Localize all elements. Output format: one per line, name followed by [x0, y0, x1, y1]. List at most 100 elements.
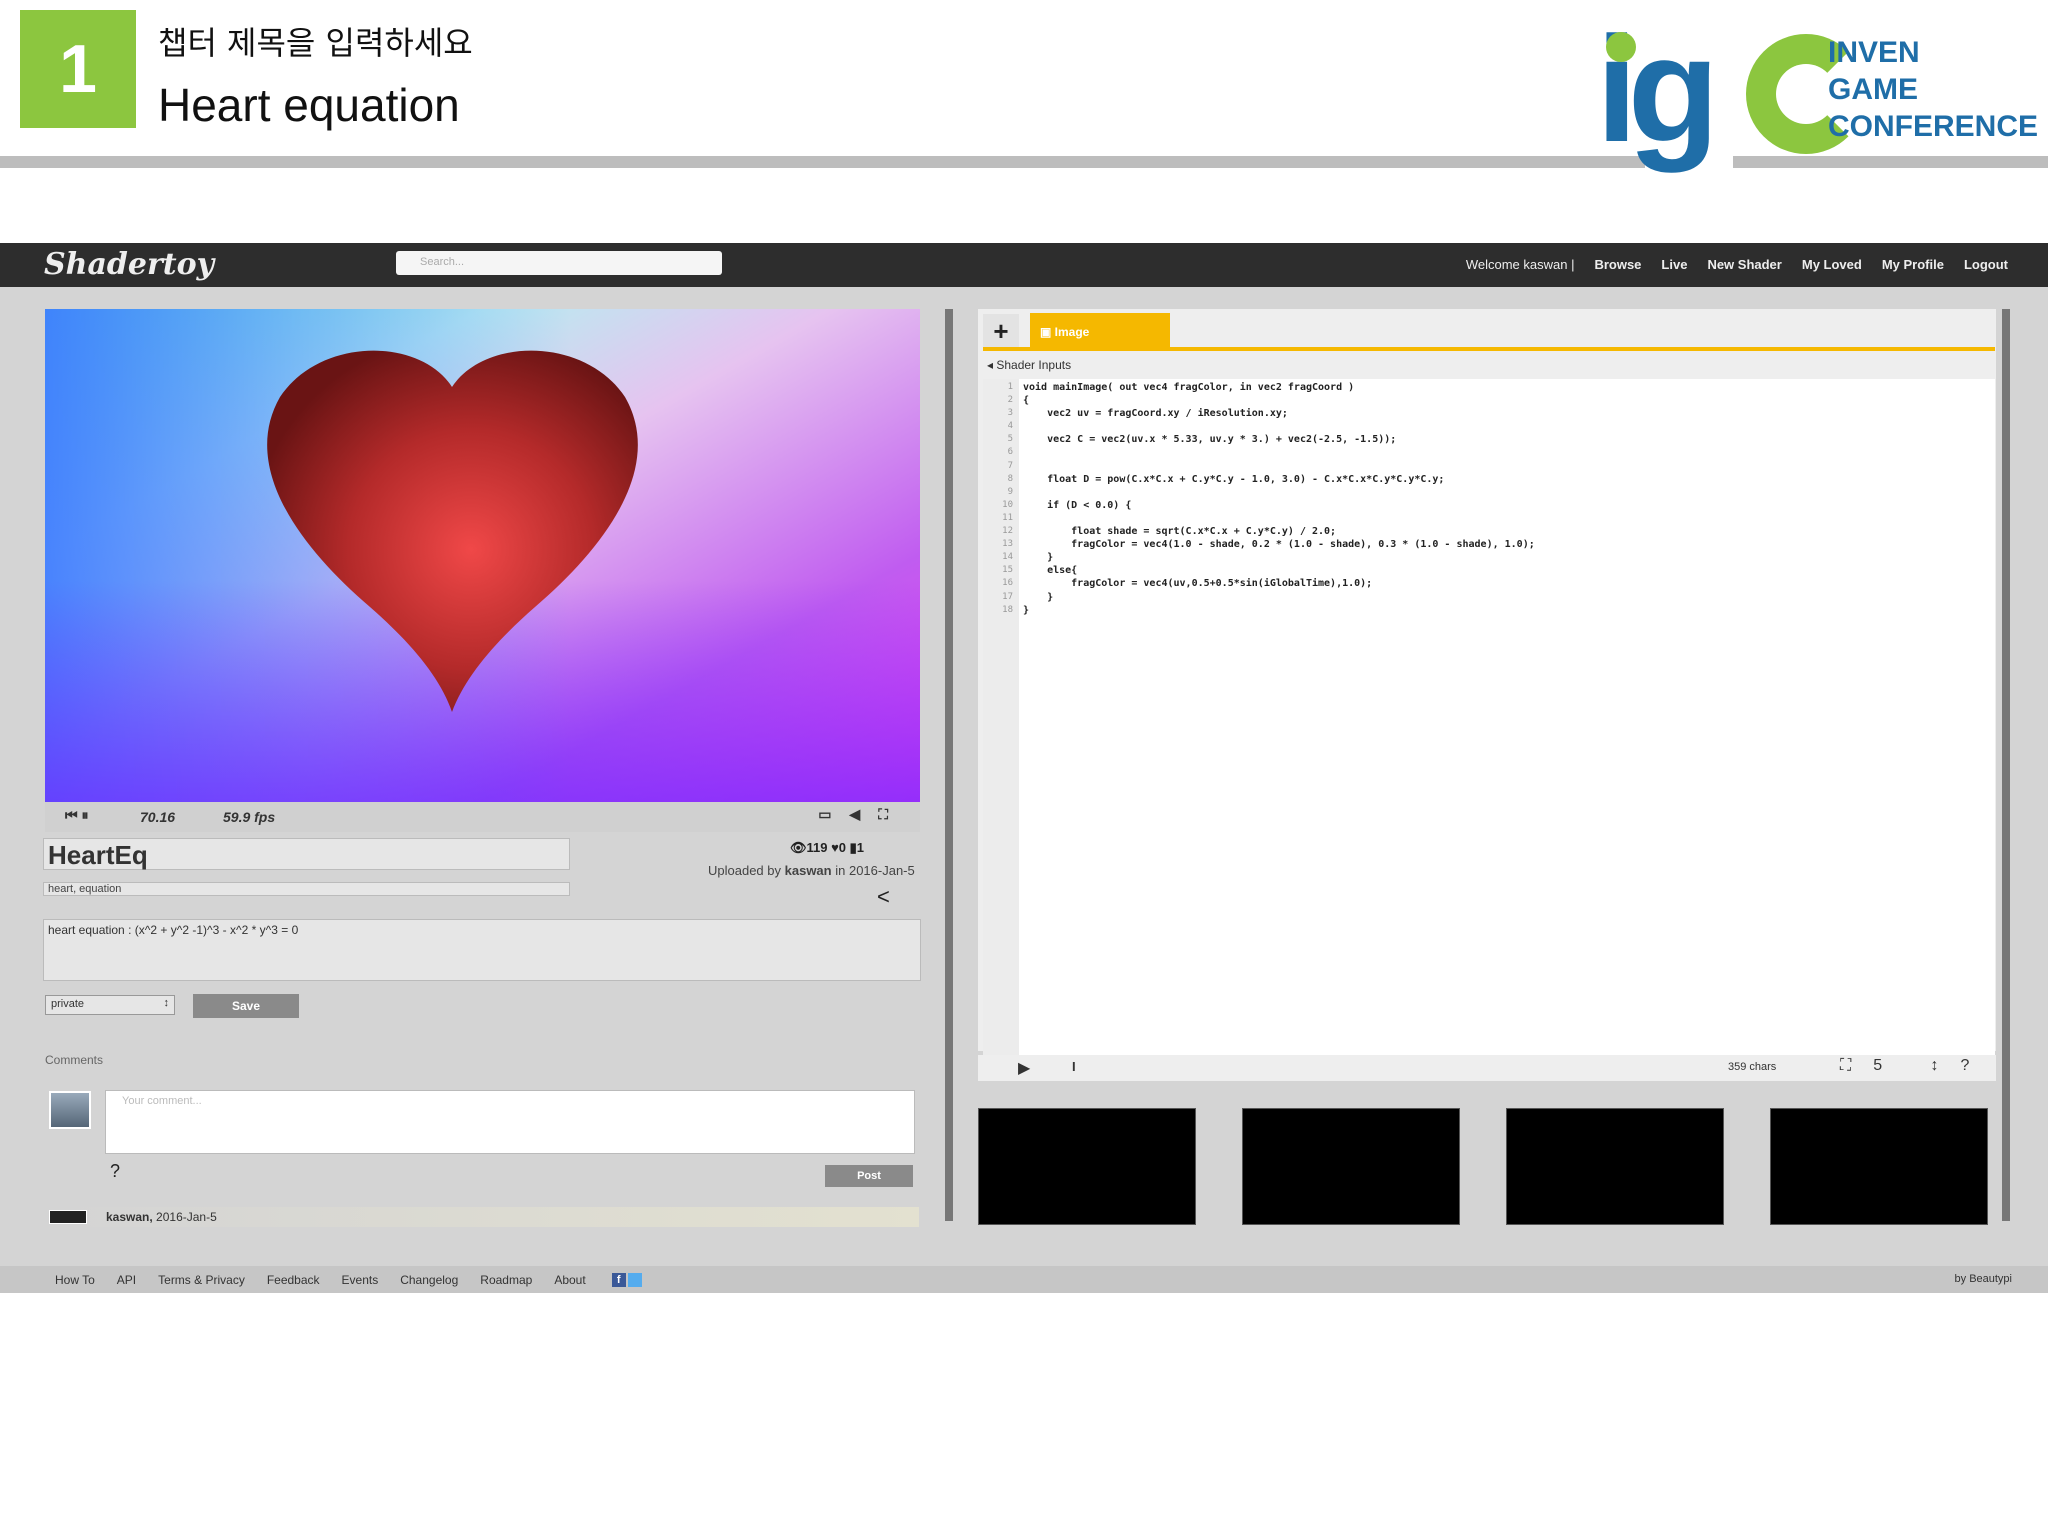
- select-arrows-icon: ↕: [163, 997, 170, 1009]
- splitter-left[interactable]: [945, 309, 953, 1221]
- privacy-select[interactable]: private ↕: [45, 995, 175, 1015]
- tab-image-label: Image: [1054, 325, 1090, 339]
- footer-feedback[interactable]: Feedback: [267, 1273, 320, 1287]
- code-text[interactable]: void mainImage( out vec4 fragColor, in v…: [1023, 381, 1535, 617]
- comment-avatar: [49, 1210, 87, 1224]
- line-number: 11: [1002, 512, 1013, 523]
- site-footer: How To API Terms & Privacy Feedback Even…: [0, 1266, 2048, 1293]
- line-number: 12: [1002, 526, 1013, 537]
- footer-events[interactable]: Events: [342, 1273, 379, 1287]
- vr-sound-fullscreen-icons[interactable]: ▭◀⛶: [818, 806, 906, 823]
- nav-my-loved[interactable]: My Loved: [1802, 257, 1862, 272]
- shader-inputs-label: Shader Inputs: [996, 358, 1072, 372]
- line-number: 4: [1007, 421, 1013, 432]
- comment-meta: kaswan, 2016-Jan-5: [106, 1210, 217, 1224]
- splitter-right[interactable]: [2002, 309, 2010, 1221]
- share-icon[interactable]: <: [877, 884, 890, 910]
- shader-inputs-toggle[interactable]: ◂ Shader Inputs: [983, 355, 1995, 377]
- shader-title-input[interactable]: HeartEq: [43, 838, 570, 870]
- editor-help-icon[interactable]: ?: [1961, 1057, 1992, 1074]
- comment-input[interactable]: Your comment...: [105, 1090, 915, 1154]
- footer-api[interactable]: API: [117, 1273, 136, 1287]
- avatar: [49, 1091, 91, 1129]
- channel-1[interactable]: [1242, 1108, 1460, 1225]
- social-icons: f: [611, 1273, 642, 1287]
- tab-underline: [983, 347, 1995, 351]
- shadertoy-screenshot: Shadertoy Search... Welcome kaswan | Bro…: [0, 243, 2048, 1293]
- logo-dot: [1606, 32, 1636, 62]
- shader-tags-input[interactable]: heart, equation: [43, 882, 570, 896]
- footer-links: How To API Terms & Privacy Feedback Even…: [55, 1273, 642, 1287]
- shader-canvas[interactable]: [45, 309, 920, 802]
- compile-play-icon[interactable]: ▶: [1018, 1058, 1030, 1078]
- help-icon[interactable]: ?: [110, 1161, 120, 1182]
- twitter-icon[interactable]: [627, 1273, 642, 1287]
- top-nav-bar: Shadertoy Search... Welcome kaswan | Bro…: [0, 243, 2048, 287]
- privacy-value: private: [51, 998, 85, 1010]
- channel-2[interactable]: [1506, 1108, 1724, 1225]
- tab-image[interactable]: ▣ Image: [1030, 313, 1170, 351]
- code-editor[interactable]: 1 2 3 4 5 6 7 8 9 10 11 12 13 14 15 16 17 18 void mainIma…: [983, 379, 1995, 1055]
- nav-new-shader[interactable]: New Shader: [1707, 257, 1781, 272]
- uploaded-date: in 2016-Jan-5: [835, 863, 915, 878]
- add-tab-button[interactable]: +: [983, 314, 1019, 350]
- triangle-icon: ◂: [987, 358, 997, 372]
- nav-logout[interactable]: Logout: [1964, 257, 2008, 272]
- search-input[interactable]: Search...: [396, 251, 722, 275]
- footer-credit: by Beautypi: [1954, 1273, 2012, 1285]
- line-number: 3: [1007, 408, 1013, 419]
- line-number: 13: [1002, 539, 1013, 550]
- logo-word-game: GAME: [1828, 73, 1918, 106]
- fullscreen-icon[interactable]: ⛶: [1840, 1057, 1873, 1074]
- nav-my-profile[interactable]: My Profile: [1882, 257, 1944, 272]
- nav-live[interactable]: Live: [1661, 257, 1687, 272]
- save-button[interactable]: Save: [193, 994, 299, 1018]
- facebook-icon[interactable]: f: [611, 1273, 626, 1287]
- shadertoy-logo[interactable]: Shadertoy: [44, 247, 214, 282]
- igc-logo: ig INVEN GAME CONFERENCE: [1596, 14, 2038, 170]
- playback-time: 70.16: [140, 809, 176, 825]
- line-number: 7: [1007, 460, 1013, 471]
- line-number: 2: [1007, 395, 1013, 406]
- footer-changelog[interactable]: Changelog: [400, 1273, 458, 1287]
- uploaded-label: Uploaded by: [708, 863, 781, 878]
- logo-word-conference: CONFERENCE: [1828, 110, 2039, 143]
- shader-description-input[interactable]: heart equation : (x^2 + y^2 -1)^3 - x^2 …: [43, 919, 921, 981]
- uploaded-user[interactable]: kaswan: [785, 863, 832, 878]
- char-count: 359 chars: [1728, 1061, 1777, 1073]
- line-number: 17: [1002, 591, 1013, 602]
- header-divider: [0, 156, 1645, 168]
- logo-words: INVEN GAME CONFERENCE: [1828, 34, 2038, 145]
- text-cursor-icon: I: [1072, 1059, 1076, 1074]
- line-number: 8: [1007, 473, 1013, 484]
- footer-howto[interactable]: How To: [55, 1273, 95, 1287]
- line-number: 16: [1002, 578, 1013, 589]
- channel-3[interactable]: [1770, 1108, 1988, 1225]
- chapter-number-badge: 1: [20, 10, 136, 128]
- footer-terms[interactable]: Terms & Privacy: [158, 1273, 245, 1287]
- image-tab-icon: ▣: [1040, 325, 1055, 339]
- post-button[interactable]: Post: [825, 1165, 913, 1187]
- player-controls: ⏮ ⏸ 70.16 59.9 fps ▭◀⛶: [45, 802, 920, 832]
- line-number: 1: [1007, 382, 1013, 392]
- heart-shape: [267, 350, 638, 712]
- comment-date: 2016-Jan-5: [156, 1210, 217, 1224]
- shader-stats: 👁119 ♥0 ▮1: [790, 840, 865, 855]
- footer-about[interactable]: About: [554, 1273, 585, 1287]
- comment-user[interactable]: kaswan,: [106, 1210, 153, 1224]
- footer-roadmap[interactable]: Roadmap: [480, 1273, 532, 1287]
- line-number: 6: [1007, 447, 1013, 458]
- channel-0[interactable]: [978, 1108, 1196, 1225]
- font-size-select[interactable]: 5 ↕: [1873, 1057, 1960, 1074]
- line-number: 5: [1007, 434, 1013, 445]
- comment-entry: kaswan, 2016-Jan-5: [49, 1207, 919, 1227]
- line-number: 15: [1002, 565, 1013, 576]
- fps-readout: 59.9 fps: [223, 809, 276, 825]
- uploaded-info: Uploaded by kaswan in 2016-Jan-5: [708, 863, 915, 878]
- rewind-pause-icons[interactable]: ⏮ ⏸: [65, 807, 89, 824]
- editor-footer: ▶ I 359 chars ⛶5 ↕?: [978, 1055, 1996, 1081]
- nav-browse[interactable]: Browse: [1594, 257, 1641, 272]
- chapter-title: Heart equation: [158, 79, 460, 131]
- line-number: 9: [1007, 486, 1013, 497]
- editor-tool-icons[interactable]: ⛶5 ↕?: [1840, 1057, 1991, 1075]
